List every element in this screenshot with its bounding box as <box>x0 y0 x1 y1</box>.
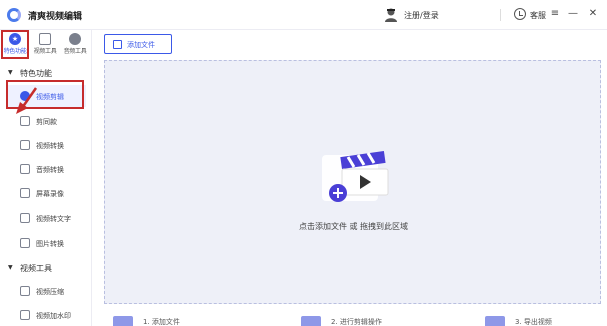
title-bar: 清爽视频编辑 注册/登录 客服 ≡ — ✕ <box>0 0 607 30</box>
sidebar-item-video-to-text[interactable]: 视频转文字 <box>6 207 86 229</box>
sidebar-item-label: 屏幕录像 <box>36 190 64 198</box>
screen-record-icon <box>20 188 30 198</box>
menu-icon[interactable]: ≡ <box>548 6 562 22</box>
top-nav: ★ 特色功能 视频工具 音频工具 <box>0 30 92 60</box>
video-convert-icon <box>20 140 30 150</box>
step-label: 2. 进行剪辑操作 <box>331 318 382 326</box>
sidebar-item-label: 剪同款 <box>36 118 57 126</box>
highlight-box <box>1 30 29 59</box>
section-title: 视频工具 <box>20 264 52 273</box>
minimize-button[interactable]: — <box>566 6 580 22</box>
sidebar-item-screen-record[interactable]: 屏幕录像 <box>6 182 86 204</box>
add-file-label: 添加文件 <box>127 41 155 49</box>
highlight-box <box>6 80 84 109</box>
section-featured[interactable]: ▼ 特色功能 <box>0 65 92 81</box>
app-title: 清爽视频编辑 <box>28 12 83 22</box>
video-compress-icon <box>20 286 30 296</box>
sidebar-item-audio-convert[interactable]: 音频转换 <box>6 158 86 180</box>
sidebar-item-video-convert[interactable]: 视频转换 <box>6 134 86 156</box>
section-video-tools[interactable]: ▼ 视频工具 <box>0 260 92 276</box>
sidebar-item-label: 图片转换 <box>36 240 64 248</box>
customer-service-link[interactable]: 客服 <box>530 10 546 21</box>
divider <box>500 9 501 21</box>
add-file-step-icon <box>113 316 133 326</box>
sidebar-item-label: 视频加水印 <box>36 312 71 320</box>
video-tool-icon <box>39 33 51 45</box>
sidebar-item-label: 视频转换 <box>36 142 64 150</box>
caret-down-icon: ▼ <box>8 264 13 271</box>
template-icon <box>20 116 30 126</box>
audio-convert-icon <box>20 164 30 174</box>
sidebar-item-label: 视频压缩 <box>36 288 64 296</box>
sidebar-item-image-convert[interactable]: 图片转换 <box>6 232 86 254</box>
login-link[interactable]: 注册/登录 <box>404 10 439 21</box>
video-to-text-icon <box>20 213 30 223</box>
video-clapper-icon <box>322 150 389 202</box>
image-convert-icon <box>20 238 30 248</box>
step-label: 3. 导出视频 <box>515 318 552 326</box>
audio-tool-icon <box>69 33 81 45</box>
tab-audio-tools[interactable]: 音频工具 <box>61 30 89 58</box>
sidebar-item-label: 音频转换 <box>36 166 64 174</box>
sidebar: ★ 特色功能 视频工具 音频工具 ▼ 特色功能 视频剪辑 剪同款 视频转换 音频… <box>0 30 92 326</box>
drop-zone[interactable]: 点击添加文件 或 拖拽到此区域 <box>104 60 601 304</box>
sidebar-item-label: 视频转文字 <box>36 215 71 223</box>
caret-down-icon: ▼ <box>8 69 13 76</box>
add-file-button[interactable]: 添加文件 <box>104 34 172 54</box>
step-label: 1. 添加文件 <box>143 318 180 326</box>
customer-service-icon[interactable] <box>514 8 526 20</box>
user-icon[interactable] <box>384 7 398 23</box>
tab-audio-tools-label: 音频工具 <box>63 48 87 55</box>
sidebar-item-video-compress[interactable]: 视频压缩 <box>6 280 86 302</box>
section-title: 特色功能 <box>20 69 52 78</box>
close-button[interactable]: ✕ <box>586 6 600 22</box>
app-logo-icon <box>7 8 21 22</box>
tab-video-tools[interactable]: 视频工具 <box>31 30 59 58</box>
drop-hint-text: 点击添加文件 或 拖拽到此区域 <box>298 222 409 231</box>
steps-bar: 1. 添加文件 2. 进行剪辑操作 3. 导出视频 <box>93 310 607 326</box>
tab-video-tools-label: 视频工具 <box>33 48 57 55</box>
edit-step-icon <box>301 316 321 326</box>
main-panel: 添加文件 点击添加文件 或 拖拽到此区域 1. 添加文件 2. 进行剪辑操作 3… <box>93 30 607 326</box>
add-file-icon <box>113 40 122 49</box>
sidebar-item-watermark[interactable]: 视频加水印 <box>6 304 86 326</box>
watermark-icon <box>20 310 30 320</box>
export-step-icon <box>485 316 505 326</box>
